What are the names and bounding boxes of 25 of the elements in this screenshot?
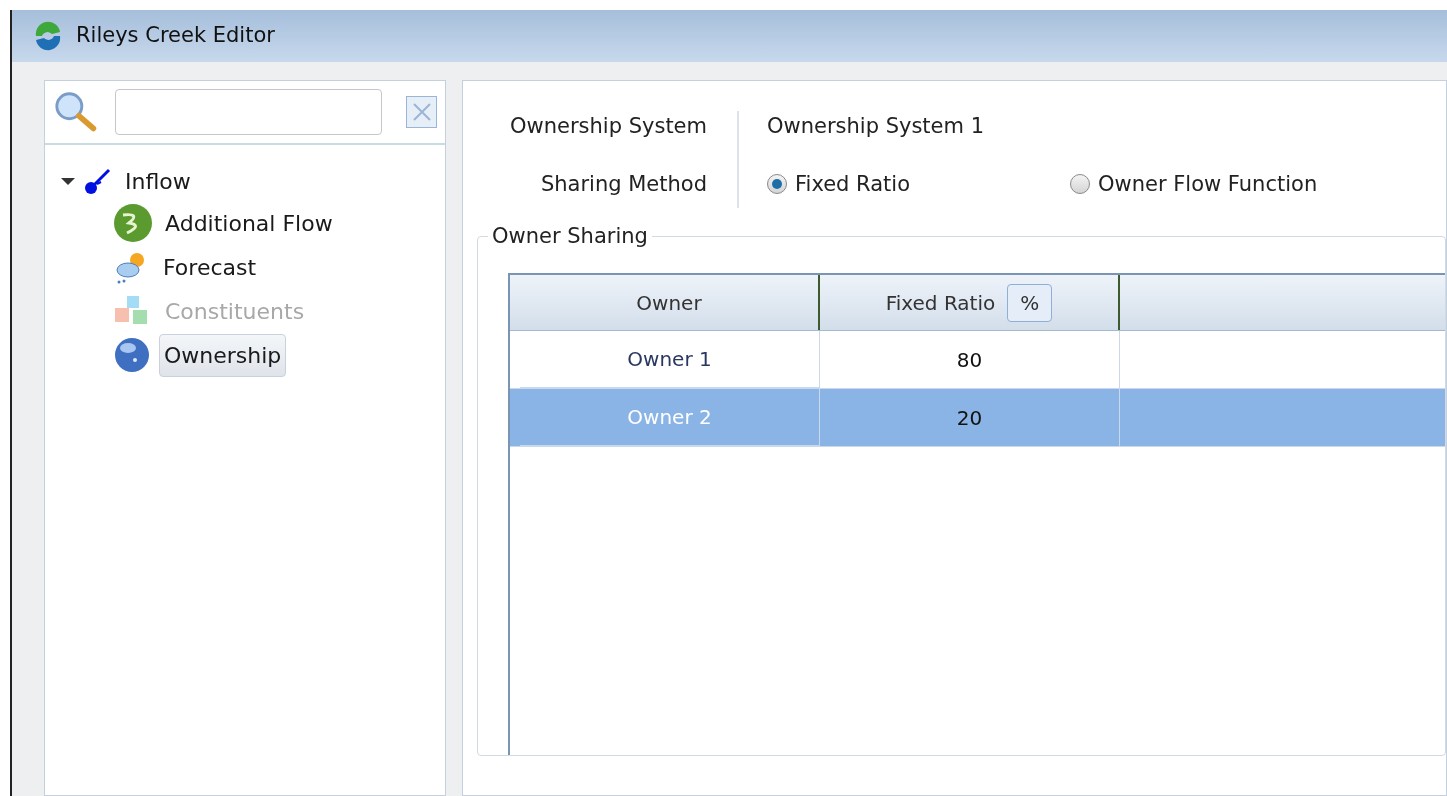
tree-item[interactable]: Forecast (159, 246, 261, 288)
field-value: Ownership System 1 (767, 113, 985, 140)
inflow-icon (83, 166, 113, 196)
tree-item[interactable]: Additional Flow (161, 202, 337, 244)
search-field[interactable] (115, 89, 383, 135)
window-title: Rileys Creek Editor (76, 22, 275, 50)
table-cell: Owner 2 (520, 389, 820, 446)
table-cell: 80 (820, 331, 1120, 388)
globe-icon (113, 336, 151, 374)
field-label: Ownership System (510, 113, 707, 140)
expander-icon[interactable] (61, 177, 75, 185)
tree-item[interactable]: Ownership (159, 333, 287, 377)
tree-item[interactable]: Inflow (121, 164, 195, 198)
unit-button[interactable]: % (1007, 283, 1053, 322)
table-cell: 20 (820, 389, 1120, 446)
table-cell: Owner 1 (520, 331, 820, 388)
close-icon (411, 102, 432, 122)
radio-option[interactable]: Owner Flow Function (1070, 168, 1318, 200)
column-header[interactable]: Fixed Ratio (885, 287, 996, 318)
clear-search-button[interactable] (406, 96, 437, 128)
table-row[interactable]: Owner 1 80 (510, 331, 1445, 389)
radio-option[interactable]: Fixed Ratio (767, 168, 910, 200)
river-icon (113, 203, 153, 243)
field-label: Sharing Method (540, 170, 707, 198)
table-row[interactable]: Owner 2 20 (510, 389, 1445, 447)
